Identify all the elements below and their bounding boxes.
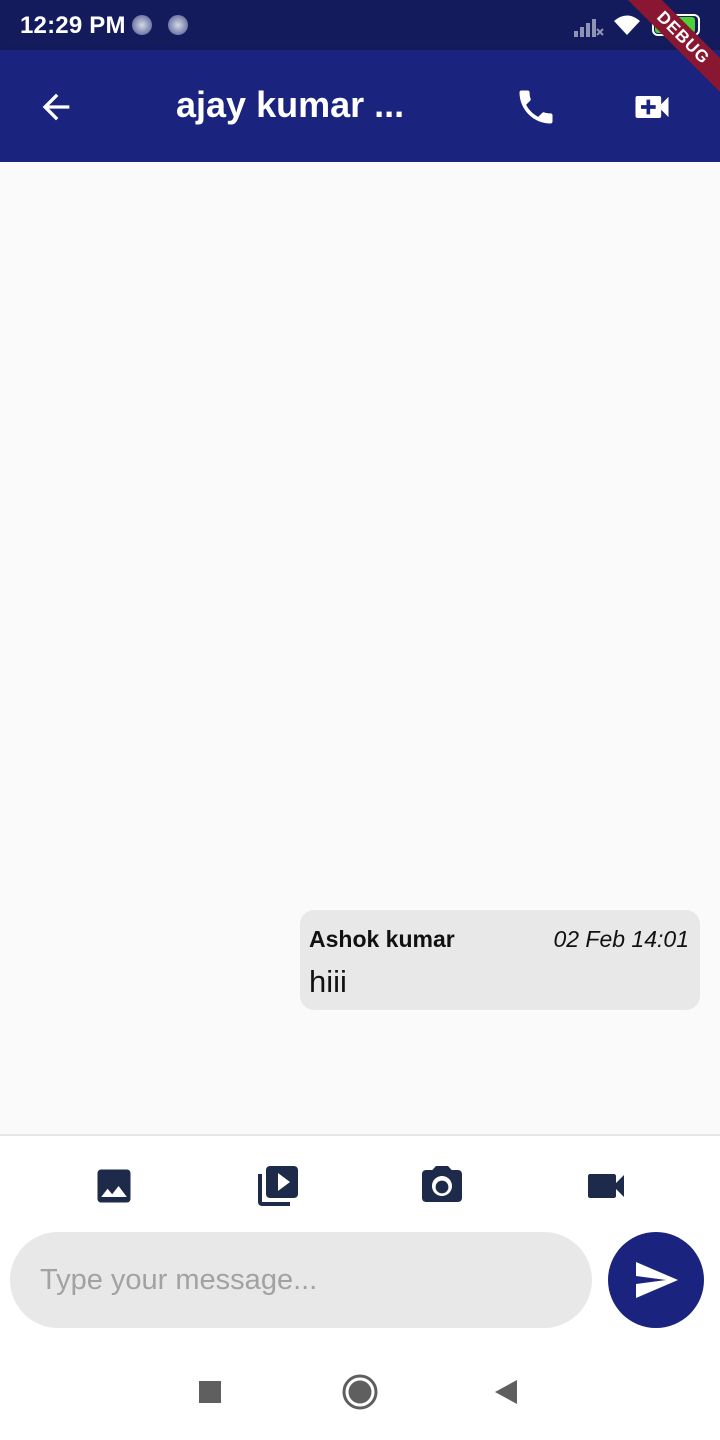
phone-icon <box>519 90 553 124</box>
back-icon <box>495 1380 517 1404</box>
message-time: 02 Feb 14:01 <box>553 926 689 952</box>
recents-icon <box>199 1381 221 1403</box>
chat-title: ajay kumar ... <box>176 84 405 125</box>
status-time: 12:29 PM <box>20 12 126 39</box>
home-button[interactable] <box>338 1370 382 1414</box>
camera-icon <box>422 1166 462 1202</box>
send-button[interactable] <box>608 1232 704 1328</box>
video-call-button[interactable] <box>626 82 678 132</box>
home-icon <box>342 1374 378 1410</box>
message-input[interactable] <box>10 1232 592 1328</box>
message-composer <box>0 1134 720 1350</box>
notification-dot-icon <box>168 15 188 35</box>
image-icon <box>97 1169 131 1203</box>
notification-dot-icon <box>132 15 152 35</box>
video-library-icon <box>258 1166 298 1206</box>
message-list[interactable]: Ashok kumar 02 Feb 14:01 hiii <box>0 162 720 1134</box>
back-button[interactable] <box>30 83 82 131</box>
video-call-icon <box>635 96 669 118</box>
signal-icon <box>574 19 604 37</box>
message-bubble[interactable]: Ashok kumar 02 Feb 14:01 hiii <box>300 910 700 1010</box>
message-sender: Ashok kumar <box>309 926 455 952</box>
wifi-icon <box>614 15 640 35</box>
app-bar: ajay kumar ... <box>0 50 720 162</box>
arrow-back-icon <box>42 93 70 121</box>
videocam-icon <box>588 1174 624 1198</box>
record-video-button[interactable] <box>582 1162 630 1210</box>
camera-button[interactable] <box>418 1162 466 1210</box>
attach-image-button[interactable] <box>90 1162 138 1210</box>
status-bar: 12:29 PM 91 <box>0 0 720 50</box>
call-button[interactable] <box>510 82 562 132</box>
recents-button[interactable] <box>188 1370 232 1414</box>
message-text: hiii <box>309 964 347 999</box>
nav-back-button[interactable] <box>484 1370 528 1414</box>
attach-video-button[interactable] <box>254 1162 302 1210</box>
send-icon <box>636 1262 678 1298</box>
system-nav-bar <box>0 1350 720 1440</box>
